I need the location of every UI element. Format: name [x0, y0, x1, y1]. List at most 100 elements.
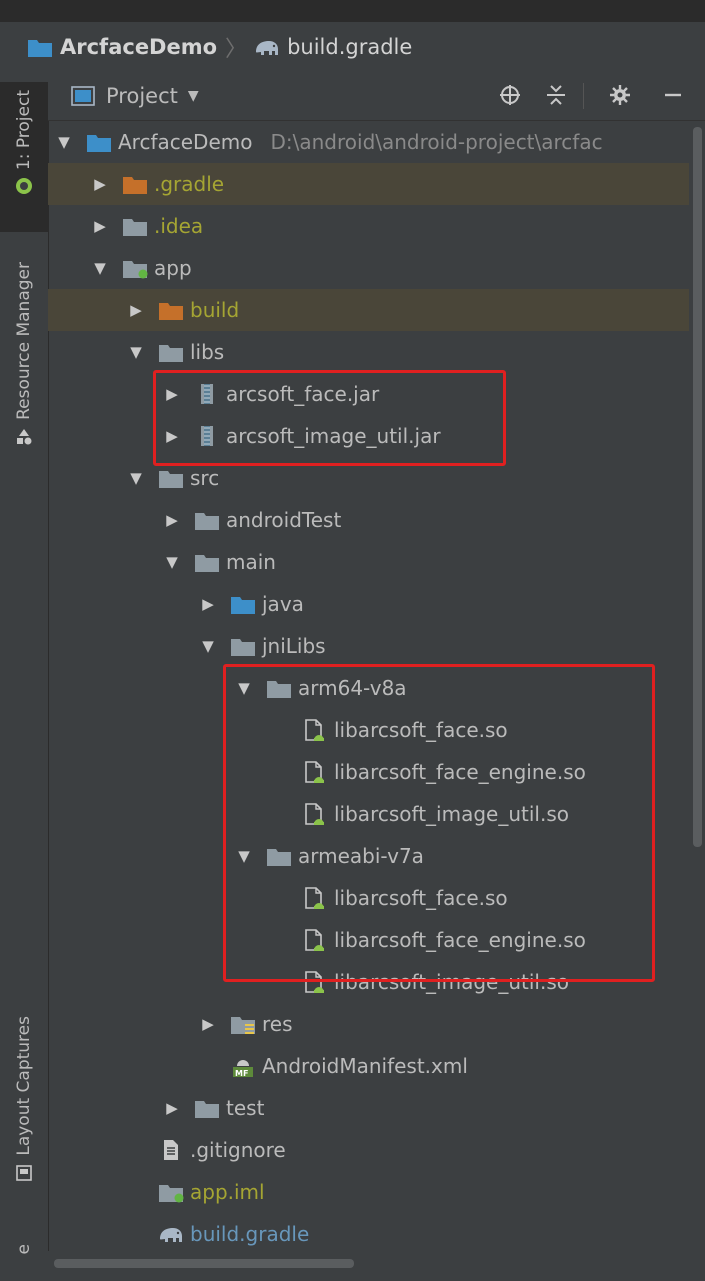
tree-item-java-label: java [262, 592, 304, 616]
expand-arrow-icon[interactable]: ▼ [126, 343, 146, 361]
tree-item-test-label: test [226, 1096, 265, 1120]
tree-item-arm64[interactable]: ▼ arm64-v8a [48, 667, 689, 709]
tab-bottom-partial[interactable]: e [0, 1244, 48, 1254]
resource-folder-icon [230, 1013, 256, 1035]
tree-item-gradle-label: .gradle [154, 172, 225, 196]
tree-item-armeabi-engine[interactable]: libarcsoft_face_engine.so [48, 919, 689, 961]
tree-item-idea[interactable]: ▶ .idea [48, 205, 689, 247]
project-view-label: Project [106, 84, 178, 108]
tree-item-jar-face-label: arcsoft_face.jar [226, 382, 380, 406]
gradle-elephant-icon [158, 1223, 184, 1245]
tree-item-arm64-engine[interactable]: libarcsoft_face_engine.so [48, 751, 689, 793]
collapse-arrow-icon[interactable]: ▶ [162, 511, 182, 529]
collapse-arrow-icon[interactable]: ▶ [198, 1015, 218, 1033]
tree-item-app-iml[interactable]: app.iml [48, 1171, 689, 1213]
collapse-arrow-icon[interactable]: ▶ [198, 595, 218, 613]
tree-item-jnilibs[interactable]: ▼ jniLibs [48, 625, 689, 667]
tree-item-manifest-label: AndroidManifest.xml [262, 1054, 468, 1078]
tab-resource-manager[interactable]: Resource Manager [0, 262, 48, 512]
project-view-icon [71, 86, 95, 106]
tab-layout-captures[interactable]: Layout Captures [0, 1016, 48, 1216]
so-file-icon [302, 719, 328, 741]
layout-captures-icon [16, 1164, 32, 1181]
tree-item-idea-label: .idea [154, 214, 204, 238]
tree-item-main[interactable]: ▼ main [48, 541, 689, 583]
tree-item-build-label: build [190, 298, 240, 322]
project-view-selector[interactable]: Project ▼ [70, 84, 199, 108]
folder-icon [194, 509, 220, 531]
gear-icon[interactable] [608, 83, 632, 107]
breadcrumb-project[interactable]: ArcfaceDemo [26, 35, 217, 59]
collapse-arrow-icon[interactable]: ▶ [162, 1099, 182, 1117]
collapse-all-icon[interactable] [545, 83, 567, 107]
tree-item-app[interactable]: ▼ app [48, 247, 689, 289]
tree-item-armeabi-face-label: libarcsoft_face.so [334, 886, 508, 910]
toolbar-divider [583, 83, 584, 109]
breadcrumb-file-label: build.gradle [287, 35, 413, 59]
tree-item-gradle[interactable]: ▶ .gradle [48, 163, 689, 205]
tree-item-java[interactable]: ▶ java [48, 583, 689, 625]
expand-arrow-icon[interactable]: ▼ [90, 259, 110, 277]
tree-item-armeabi-face[interactable]: libarcsoft_face.so [48, 877, 689, 919]
locate-icon[interactable] [498, 83, 522, 107]
vertical-scrollbar-thumb[interactable] [693, 127, 702, 847]
tree-item-jnilibs-label: jniLibs [262, 634, 326, 658]
tab-project[interactable]: 1: Project [0, 82, 48, 232]
tree-item-armeabi-image[interactable]: libarcsoft_image_util.so [48, 961, 689, 1003]
vertical-scrollbar[interactable] [689, 121, 705, 1281]
collapse-arrow-icon[interactable]: ▶ [126, 301, 146, 319]
folder-icon [230, 635, 256, 657]
tab-project-label: 1: Project [14, 90, 34, 171]
so-file-icon [302, 971, 328, 993]
folder-icon [122, 173, 148, 195]
tree-item-manifest[interactable]: AndroidManifest.xml [48, 1045, 689, 1087]
so-file-icon [302, 761, 328, 783]
tree-item-res[interactable]: ▶ res [48, 1003, 689, 1045]
jar-icon [194, 383, 220, 405]
horizontal-scrollbar-thumb[interactable] [54, 1259, 354, 1268]
tree-item-res-label: res [262, 1012, 293, 1036]
tree-item-build-gradle[interactable]: build.gradle [48, 1213, 689, 1251]
window-top-strip [0, 0, 705, 22]
tree-item-gitignore-label: .gitignore [190, 1138, 286, 1162]
source-folder-icon [230, 593, 256, 615]
project-toolbar: Project ▼ [48, 72, 705, 121]
tree-item-test[interactable]: ▶ test [48, 1087, 689, 1129]
tree-item-libs[interactable]: ▼ libs [48, 331, 689, 373]
expand-arrow-icon[interactable]: ▼ [198, 637, 218, 655]
tree-item-arm64-face[interactable]: libarcsoft_face.so [48, 709, 689, 751]
resource-manager-icon [17, 428, 32, 445]
tree-item-arm64-image[interactable]: libarcsoft_image_util.so [48, 793, 689, 835]
tree-item-armeabi[interactable]: ▼ armeabi-v7a [48, 835, 689, 877]
tree-item-jar-image-label: arcsoft_image_util.jar [226, 424, 441, 448]
tree-item-build[interactable]: ▶ build [48, 289, 689, 331]
tree-item-armeabi-engine-label: libarcsoft_face_engine.so [334, 928, 586, 952]
collapse-arrow-icon[interactable]: ▶ [90, 175, 110, 193]
expand-arrow-icon[interactable]: ▼ [162, 553, 182, 571]
module-file-icon [158, 1181, 184, 1203]
collapse-arrow-icon[interactable]: ▶ [162, 385, 182, 403]
expand-arrow-icon[interactable]: ▼ [54, 133, 74, 151]
folder-icon [158, 341, 184, 363]
tree-item-jar-face[interactable]: ▶ arcsoft_face.jar [48, 373, 689, 415]
dropdown-arrow-icon: ▼ [187, 88, 199, 104]
collapse-arrow-icon[interactable]: ▶ [162, 427, 182, 445]
so-file-icon [302, 803, 328, 825]
expand-arrow-icon[interactable]: ▼ [234, 847, 254, 865]
tree-item-app-label: app [154, 256, 192, 280]
tree-item-jar-image[interactable]: ▶ arcsoft_image_util.jar [48, 415, 689, 457]
tree-item-gitignore[interactable]: .gitignore [48, 1129, 689, 1171]
horizontal-scrollbar[interactable] [48, 1251, 689, 1281]
breadcrumb-file[interactable]: build.gradle [253, 35, 412, 59]
folder-icon [158, 467, 184, 489]
collapse-arrow-icon[interactable]: ▶ [90, 217, 110, 235]
folder-icon [194, 1097, 220, 1119]
minimize-icon[interactable] [663, 83, 683, 107]
tree-item-androidtest[interactable]: ▶ androidTest [48, 499, 689, 541]
expand-arrow-icon[interactable]: ▼ [126, 469, 146, 487]
folder-icon [122, 215, 148, 237]
expand-arrow-icon[interactable]: ▼ [234, 679, 254, 697]
android-icon [16, 178, 32, 195]
tree-item-src[interactable]: ▼ src [48, 457, 689, 499]
tree-item-root[interactable]: ▼ ArcfaceDemo D:\android\android-project… [48, 121, 689, 163]
